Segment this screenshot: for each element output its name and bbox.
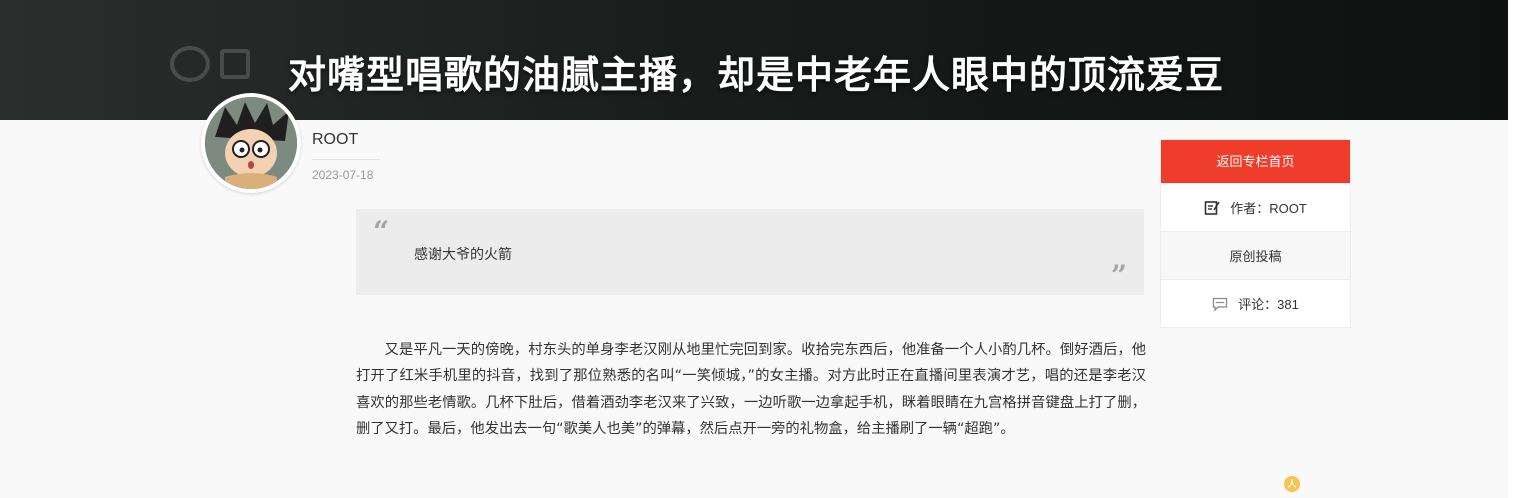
author-divider	[312, 159, 380, 160]
quote-text: 感谢大爷的火箭	[414, 246, 512, 262]
back-to-column-button[interactable]: 返回专栏首页	[1161, 140, 1350, 183]
close-quote-icon: ”	[1110, 259, 1127, 292]
sidebar-author-row[interactable]: 作者：ROOT	[1161, 183, 1350, 231]
quote-block: “ 感谢大爷的火箭 ”	[356, 209, 1144, 295]
sidebar-comments-label: 评论：381	[1238, 297, 1299, 312]
publish-date: 2023-07-18	[312, 168, 374, 182]
floating-badge-icon[interactable]: 人	[1284, 476, 1300, 492]
avatar[interactable]	[201, 93, 301, 193]
scrollbar-track[interactable]	[1508, 0, 1518, 498]
article-paragraph: 又是平凡一天的傍晚，村东头的单身李老汉刚从地里忙完回到家。收拾完东西后，他准备一…	[356, 342, 1146, 437]
page-title: 对嘴型唱歌的油腻主播，却是中老年人眼中的顶流爱豆	[287, 53, 1224, 97]
cartoon-avatar-icon	[205, 97, 297, 189]
author-name[interactable]: ROOT	[312, 131, 358, 149]
edit-note-icon	[1204, 200, 1220, 215]
sidebar-original-label: 原创投稿	[1229, 249, 1282, 264]
sidebar-original-row[interactable]: 原创投稿	[1161, 231, 1350, 279]
open-quote-icon: “	[373, 215, 390, 248]
sidebar-author-label: 作者：ROOT	[1230, 201, 1307, 216]
comment-icon	[1212, 297, 1228, 312]
sidebar-panel: 返回专栏首页 作者：ROOT 原创投稿 评论：381	[1160, 139, 1351, 328]
article-page: 对嘴型唱歌的油腻主播，却是中老年人眼中的顶流爱豆 ROOT 2023-07-18…	[0, 0, 1518, 498]
sidebar-comments-row[interactable]: 评论：381	[1161, 279, 1350, 327]
